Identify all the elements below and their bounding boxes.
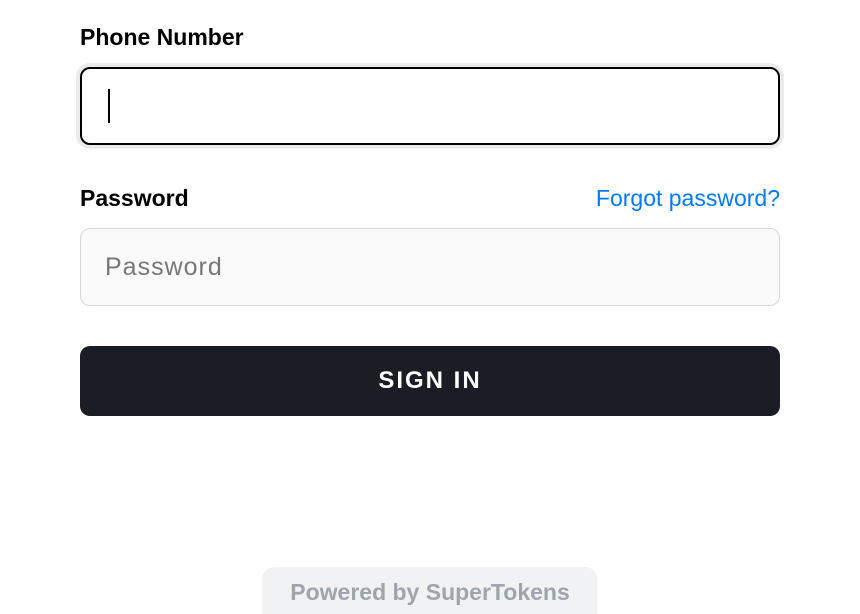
password-label-row: Password Forgot password?	[80, 185, 780, 212]
phone-input-wrapper	[80, 67, 780, 145]
phone-group: Phone Number	[80, 24, 780, 145]
powered-by-badge: Powered by SuperTokens	[262, 567, 597, 614]
phone-input[interactable]	[80, 67, 780, 145]
signin-card: Phone Number Password Forgot password? S…	[0, 0, 860, 614]
forgot-password-link[interactable]: Forgot password?	[596, 185, 780, 212]
password-input[interactable]	[80, 228, 780, 306]
powered-by-brand: SuperTokens	[426, 579, 570, 605]
powered-by-prefix: Powered by	[290, 579, 425, 605]
password-label: Password	[80, 185, 189, 212]
signin-button[interactable]: SIGN IN	[80, 346, 780, 416]
text-cursor	[108, 89, 110, 123]
phone-label: Phone Number	[80, 24, 244, 51]
password-input-wrapper	[80, 228, 780, 306]
phone-label-row: Phone Number	[80, 24, 780, 51]
password-group: Password Forgot password?	[80, 185, 780, 306]
